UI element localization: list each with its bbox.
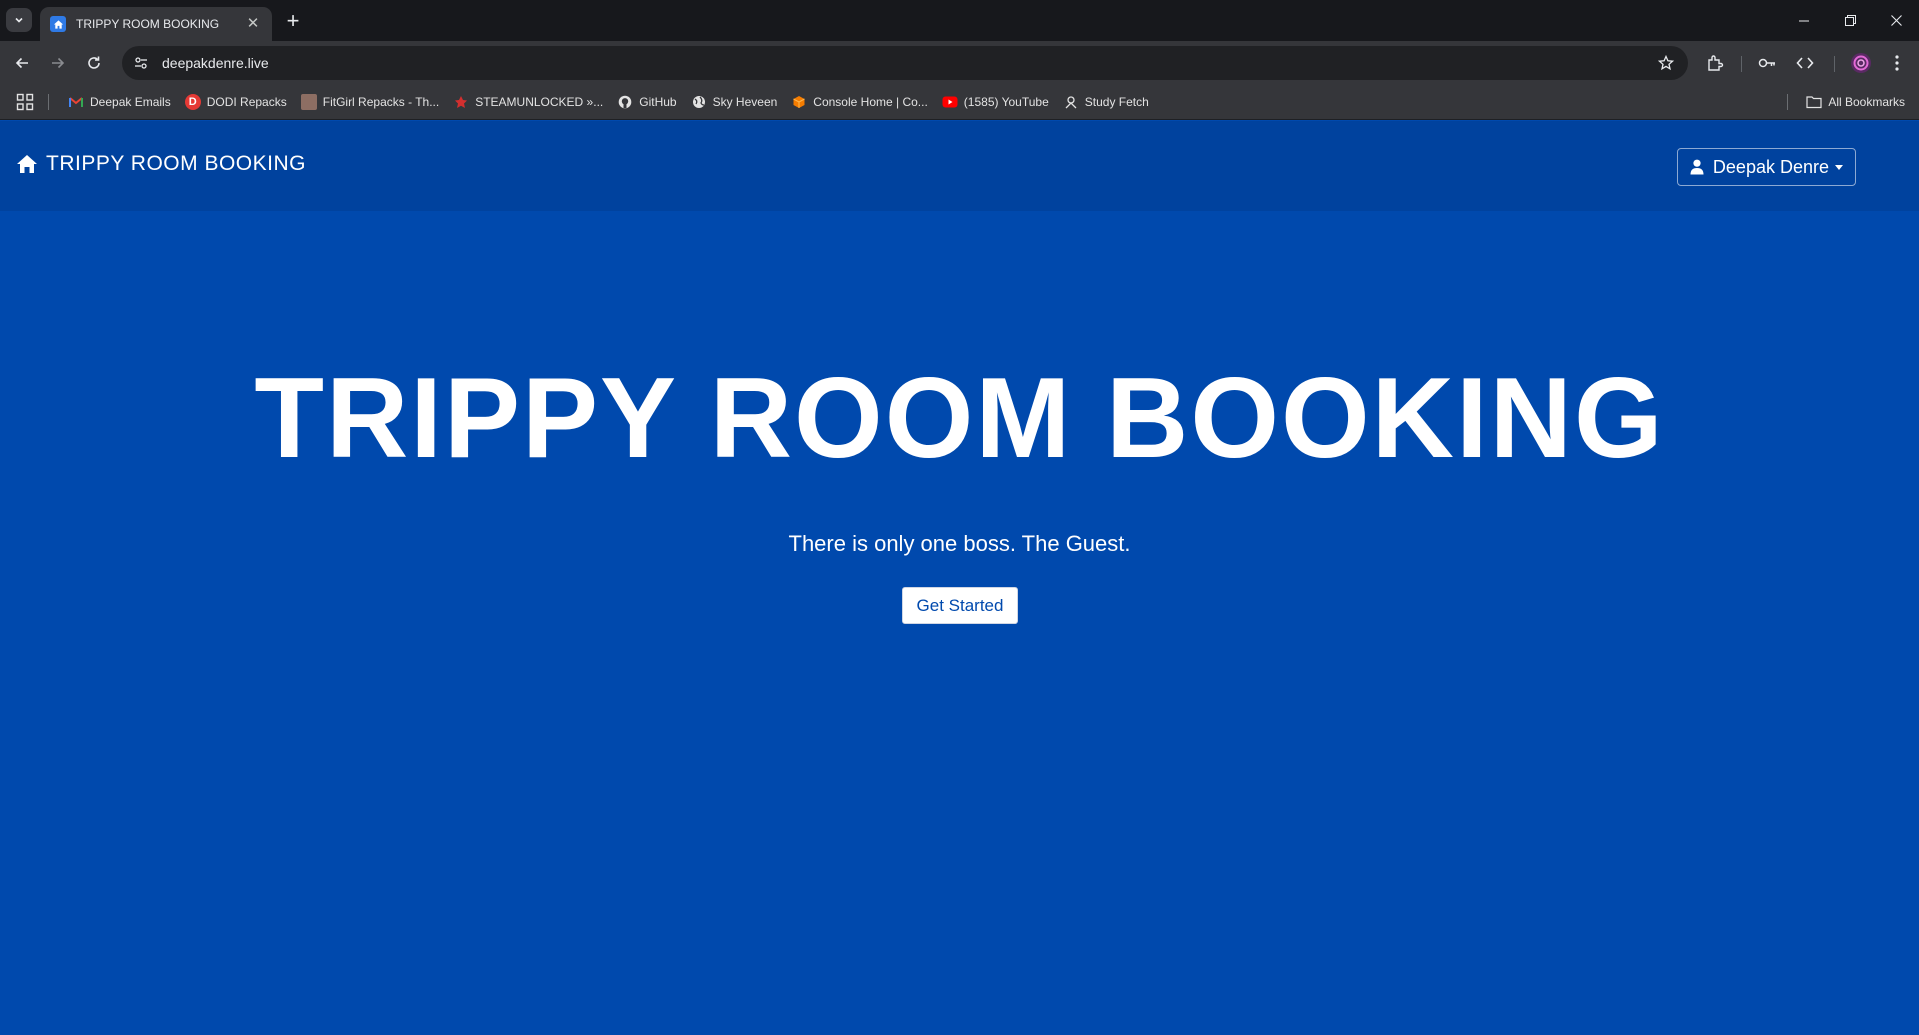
home-icon: [16, 154, 38, 174]
tab-title: TRIPPY ROOM BOOKING: [76, 17, 220, 31]
bookmark-console-home[interactable]: Console Home | Co...: [785, 88, 934, 116]
bookmark-label: FitGirl Repacks - Th...: [322, 95, 440, 109]
gmail-icon: [68, 94, 84, 110]
arrow-left-icon: [15, 57, 28, 69]
bookmark-github[interactable]: GitHub: [611, 88, 682, 116]
site-navbar: TRIPPY ROOM BOOKING Deepak Denre: [0, 121, 1919, 211]
studyfetch-icon: [1063, 94, 1079, 110]
tab-search-button[interactable]: [6, 8, 32, 32]
window-controls: [1781, 0, 1919, 41]
all-bookmarks-label: All Bookmarks: [1828, 95, 1905, 109]
user-menu-label: Deepak Denre: [1712, 156, 1829, 177]
user-menu-dropdown[interactable]: Deepak Denre: [1676, 148, 1856, 186]
bookmark-list: Deepak Emails D DODI Repacks FitGirl Rep…: [62, 84, 1157, 120]
bookmark-label: Sky Heveen: [712, 95, 778, 109]
more-menu-icon[interactable]: [1884, 50, 1910, 76]
bookmark-label: GitHub: [639, 95, 677, 109]
restore-icon: [1844, 15, 1856, 26]
reload-icon: [88, 56, 100, 69]
youtube-icon: [942, 94, 958, 110]
bookmark-star-icon[interactable]: [1652, 49, 1680, 77]
aws-icon: [791, 94, 807, 110]
arrow-right-icon: [52, 57, 65, 69]
close-icon: [1890, 15, 1902, 26]
tab-close-icon[interactable]: ✕: [244, 15, 262, 33]
bookmark-label: (1585) YouTube: [963, 95, 1049, 109]
bookmark-deepak-emails[interactable]: Deepak Emails: [62, 88, 177, 116]
reload-button[interactable]: [80, 49, 108, 77]
browser-toolbar: deepakdenre.live: [0, 41, 1919, 84]
minimize-button[interactable]: [1781, 0, 1827, 41]
password-key-icon[interactable]: [1754, 50, 1780, 76]
tab-strip: TRIPPY ROOM BOOKING ✕ +: [0, 0, 1919, 41]
toolbar-divider: [1834, 56, 1835, 72]
home-favicon-icon: [50, 16, 66, 32]
browser-tab[interactable]: TRIPPY ROOM BOOKING ✕: [40, 7, 272, 41]
new-tab-button[interactable]: +: [280, 8, 306, 34]
hero-title: TRIPPY ROOM BOOKING: [254, 355, 1665, 482]
forward-button[interactable]: [44, 49, 72, 77]
dodi-icon: D: [184, 94, 201, 110]
bookmark-youtube[interactable]: (1585) YouTube: [936, 88, 1055, 116]
bookmark-label: Deepak Emails: [90, 95, 171, 109]
bookmark-study-fetch[interactable]: Study Fetch: [1057, 88, 1155, 116]
bookmark-label: STEAMUNLOCKED »...: [475, 95, 604, 109]
bookmark-label: DODI Repacks: [206, 95, 287, 109]
address-bar[interactable]: deepakdenre.live: [122, 46, 1688, 80]
bookmarks-divider: [1787, 94, 1788, 110]
bookmark-sky-heveen[interactable]: Sky Heveen: [685, 88, 784, 116]
user-icon: [1690, 159, 1704, 175]
github-icon: [617, 94, 633, 110]
caret-down-icon: [1835, 164, 1843, 170]
url-text[interactable]: deepakdenre.live: [162, 55, 1652, 71]
extensions-icon[interactable]: [1702, 50, 1728, 76]
back-button[interactable]: [8, 49, 36, 77]
profile-avatar-icon[interactable]: [1848, 50, 1874, 76]
bookmark-fitgirl-repacks[interactable]: FitGirl Repacks - Th...: [295, 88, 445, 116]
get-started-button[interactable]: Get Started: [902, 587, 1018, 624]
hero-section: TRIPPY ROOM BOOKING There is only one bo…: [0, 211, 1919, 1035]
steam-icon: [453, 94, 469, 110]
site-info-icon[interactable]: [128, 50, 154, 76]
bookmark-steamunlocked[interactable]: STEAMUNLOCKED »...: [447, 88, 609, 116]
minimize-icon: [1799, 20, 1809, 21]
brand-label: TRIPPY ROOM BOOKING: [46, 152, 306, 175]
bookmark-label: Console Home | Co...: [813, 95, 928, 109]
bookmark-dodi-repacks[interactable]: D DODI Repacks: [179, 88, 293, 116]
hero-subtitle: There is only one boss. The Guest.: [788, 531, 1131, 556]
page-viewport: TRIPPY ROOM BOOKING Deepak Denre TRIPPY …: [0, 121, 1919, 1035]
apps-grid-icon[interactable]: [16, 93, 34, 111]
site-brand-link[interactable]: TRIPPY ROOM BOOKING: [16, 152, 306, 176]
toolbar-divider: [1741, 56, 1742, 72]
bookmark-label: Study Fetch: [1084, 95, 1149, 109]
globe-icon: [691, 94, 707, 110]
close-window-button[interactable]: [1873, 0, 1919, 41]
devtools-code-icon[interactable]: [1792, 50, 1818, 76]
chevron-down-icon: [15, 17, 23, 23]
all-bookmarks-button[interactable]: All Bookmarks: [1806, 88, 1905, 116]
bookmarks-bar: Deepak Emails D DODI Repacks FitGirl Rep…: [0, 84, 1919, 120]
restore-button[interactable]: [1827, 0, 1873, 41]
fitgirl-icon: [300, 94, 317, 110]
folder-icon: [1806, 94, 1822, 110]
bookmarks-divider: [48, 94, 49, 110]
